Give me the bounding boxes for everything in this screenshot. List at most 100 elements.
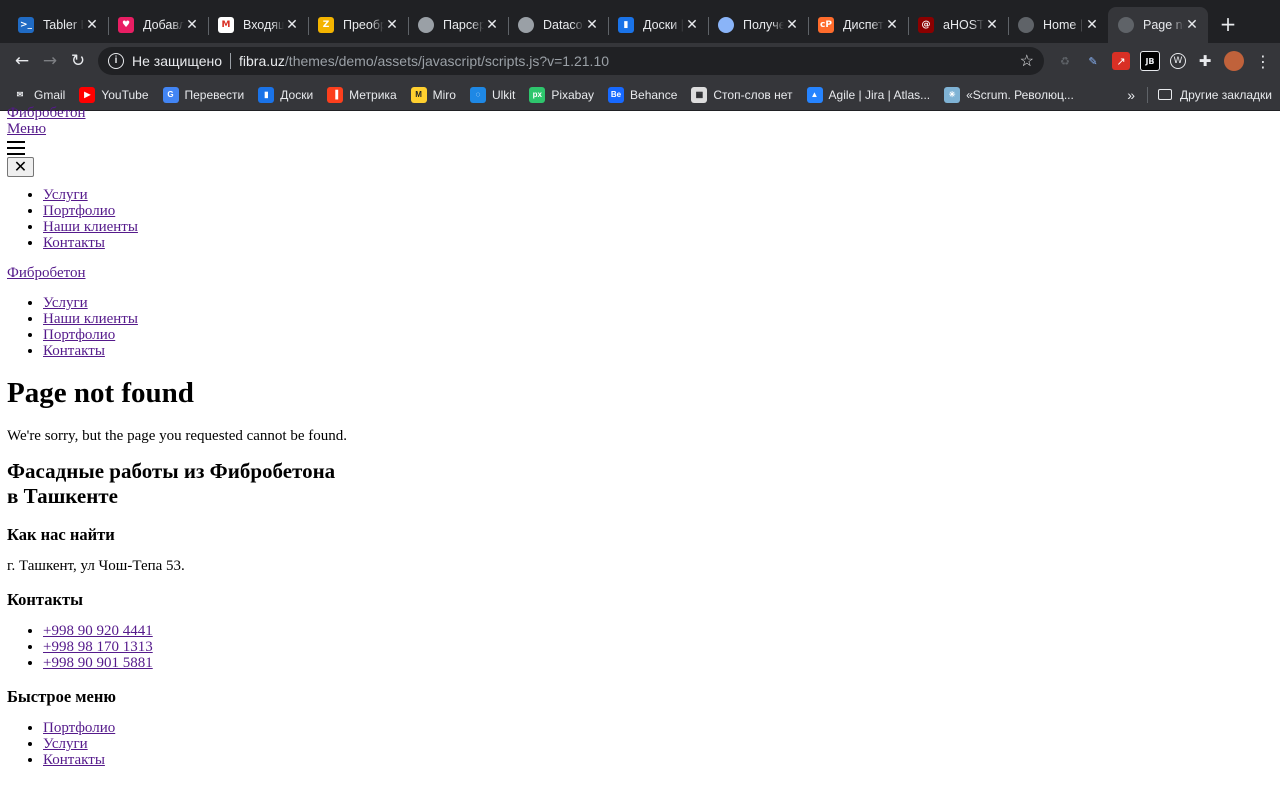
quick-menu-link[interactable]: Контакты [43, 752, 105, 768]
extension-pen-icon[interactable]: ✎ [1084, 52, 1102, 70]
tab-close-icon[interactable]: ✕ [784, 17, 800, 33]
tab-close-icon[interactable]: ✕ [484, 17, 500, 33]
browser-tab[interactable]: @ aHOST -✕ [908, 7, 1008, 43]
tab-close-icon[interactable]: ✕ [884, 17, 900, 33]
mobile-nav-item: Услуги [43, 187, 1273, 203]
error-message: We're sorry, but the page you requested … [7, 428, 347, 444]
phone-item: +998 90 901 5881 [43, 655, 1273, 671]
footer-title-line1: Фасадные работы из Фибробетона [7, 459, 336, 483]
tab-title: Преобр [343, 18, 384, 32]
tab-close-icon[interactable]: ✕ [584, 17, 600, 33]
tab-close-icon[interactable]: ✕ [284, 17, 300, 33]
browser-tab[interactable]: ▮ Доски | ✕ [608, 7, 708, 43]
boards-icon: ▮ [618, 17, 634, 33]
mobile-nav-item: Наши клиенты [43, 219, 1273, 235]
tab-close-icon[interactable]: ✕ [184, 17, 200, 33]
omnibox-divider [230, 53, 231, 69]
page-content: Фибробетон Меню ✕ УслугиПортфолиоНаши кл… [0, 99, 1280, 800]
profile-avatar[interactable] [1224, 51, 1244, 71]
extensions-puzzle-icon[interactable]: ✚ [1196, 52, 1214, 70]
mobile-nav-link[interactable]: Контакты [43, 235, 105, 251]
url-host[interactable]: fibra.uz [239, 53, 285, 69]
contacts-heading: Контакты [7, 590, 83, 609]
url-path[interactable]: /themes/demo/assets/javascript/scripts.j… [285, 53, 609, 69]
tab-close-icon[interactable]: ✕ [984, 17, 1000, 33]
browser-tab[interactable]: Z Преобр ✕ [308, 7, 408, 43]
extension-w-icon[interactable]: W [1170, 53, 1186, 69]
close-menu-button[interactable]: ✕ [7, 157, 34, 177]
main-nav-item: Наши клиенты [43, 311, 1273, 327]
browser-tab[interactable]: Парсер ✕ [408, 7, 508, 43]
tab-title: Парсер [443, 18, 484, 32]
brand-link[interactable]: Фибробетон [7, 105, 86, 121]
globe-icon [1018, 17, 1034, 33]
reload-button[interactable]: ↻ [64, 47, 92, 75]
address-bar[interactable]: i Не защищено fibra.uz/themes/demo/asset… [98, 47, 1044, 75]
back-button[interactable]: ← [8, 47, 36, 75]
mobile-nav-link[interactable]: Портфолио [43, 203, 115, 219]
main-nav-link[interactable]: Услуги [43, 295, 88, 311]
tab-close-icon[interactable]: ✕ [684, 17, 700, 33]
info-icon[interactable]: i [108, 53, 124, 69]
phone-link[interactable]: +998 90 920 4441 [43, 623, 153, 639]
browser-tab[interactable]: Datacol ✕ [508, 7, 608, 43]
tab-title: Доски | [643, 18, 684, 32]
browser-tab[interactable]: Получен✕ [708, 7, 808, 43]
quick-menu-heading: Быстрое меню [7, 687, 116, 706]
tab-close-icon[interactable]: ✕ [384, 17, 400, 33]
new-tab-button[interactable]: + [1214, 7, 1242, 43]
quick-menu-item: Контакты [43, 752, 1273, 768]
brand-link-secondary[interactable]: Фибробетон [7, 265, 86, 281]
extension-arrow-icon[interactable]: ↗ [1112, 52, 1130, 70]
browser-tab[interactable]: cP Диспетч✕ [808, 7, 908, 43]
page-title: Page not found [7, 377, 194, 409]
tab-title: Получен [743, 18, 784, 32]
globe-icon [418, 17, 434, 33]
find-us-heading: Как нас найти [7, 525, 115, 544]
browser-toolbar: ← → ↻ i Не защищено fibra.uz/themes/demo… [0, 43, 1280, 79]
security-label[interactable]: Не защищено [132, 53, 222, 69]
bookmark-star-icon[interactable]: ☆ [1020, 51, 1034, 71]
browser-tab[interactable]: Home | ✕ [1008, 7, 1108, 43]
address-text: г. Ташкент, ул Чош-Тепа 53. [7, 558, 185, 574]
forward-button[interactable]: → [36, 47, 64, 75]
convert-icon: Z [318, 17, 334, 33]
phone-link[interactable]: +998 98 170 1313 [43, 639, 153, 655]
hamburger-icon[interactable] [7, 141, 25, 155]
main-nav-item: Контакты [43, 343, 1273, 359]
main-nav-link[interactable]: Наши клиенты [43, 311, 138, 327]
menu-link[interactable]: Меню [7, 121, 46, 137]
tab-close-icon[interactable]: ✕ [1184, 17, 1200, 33]
browser-tab[interactable]: M Входящ ✕ [208, 7, 308, 43]
quick-menu-link[interactable]: Услуги [43, 736, 88, 752]
main-nav-link[interactable]: Портфолио [43, 327, 115, 343]
mobile-nav-item: Портфолио [43, 203, 1273, 219]
main-nav-item: Услуги [43, 295, 1273, 311]
mobile-nav-link[interactable]: Наши клиенты [43, 219, 138, 235]
tab-title: Tabler Ic [43, 18, 84, 32]
tab-title: Home | [1043, 18, 1084, 32]
mobile-nav-list: УслугиПортфолиоНаши клиентыКонтакты [7, 187, 1273, 251]
tab-title: Добавле [143, 18, 184, 32]
phone-item: +998 98 170 1313 [43, 639, 1273, 655]
tab-close-icon[interactable]: ✕ [84, 17, 100, 33]
tabler-icon: >_ [18, 17, 34, 33]
tab-title: Page not [1143, 18, 1184, 32]
browser-tab[interactable]: ♥ Добавле✕ [108, 7, 208, 43]
browser-tab[interactable]: Page not✕ [1108, 7, 1208, 43]
extension-recycle-icon[interactable]: ♻ [1056, 52, 1074, 70]
phone-link[interactable]: +998 90 901 5881 [43, 655, 153, 671]
extension-jb-icon[interactable]: JB [1140, 51, 1160, 71]
ahost-icon: @ [918, 17, 934, 33]
gmail-icon: M [218, 17, 234, 33]
mobile-nav-item: Контакты [43, 235, 1273, 251]
main-nav-link[interactable]: Контакты [43, 343, 105, 359]
mobile-nav-link[interactable]: Услуги [43, 187, 88, 203]
quick-menu-item: Услуги [43, 736, 1273, 752]
tab-title: Диспетч [843, 18, 884, 32]
tab-close-icon[interactable]: ✕ [1084, 17, 1100, 33]
browser-tab[interactable]: >_ Tabler Ic✕ [8, 7, 108, 43]
quick-menu-item: Портфолио [43, 720, 1273, 736]
quick-menu-link[interactable]: Портфолио [43, 720, 115, 736]
browser-menu-icon[interactable]: ⋮ [1254, 52, 1272, 71]
